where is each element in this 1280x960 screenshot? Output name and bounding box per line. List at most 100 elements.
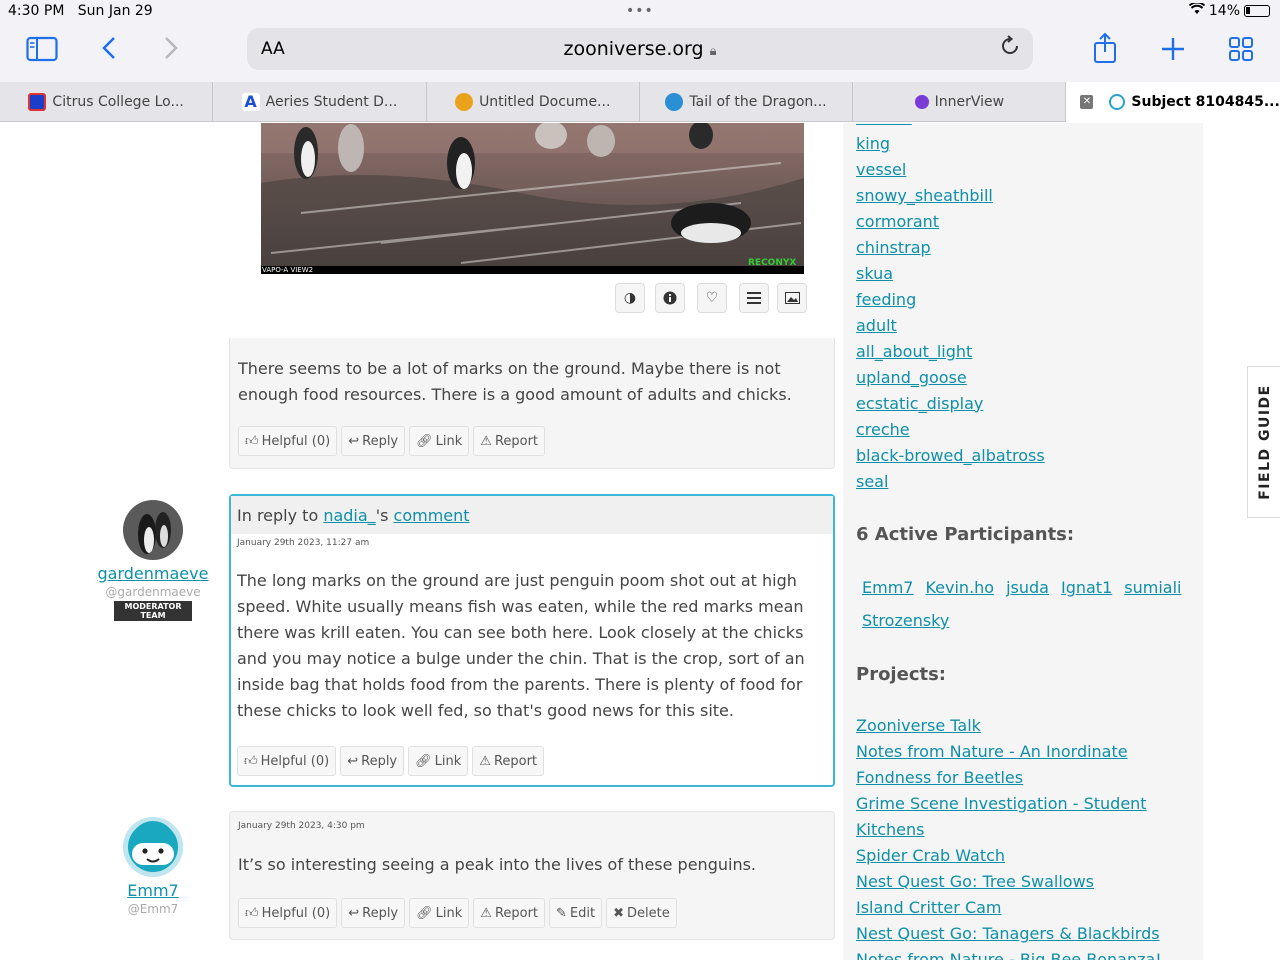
link-button[interactable]: 🔗︎ Link (409, 426, 470, 456)
tag-link[interactable]: black-browed_albatross (856, 443, 1196, 469)
field-guide-label: FIELD GUIDE (1256, 384, 1273, 500)
edit-button[interactable]: ✎ Edit (549, 898, 603, 928)
tab-untitled-document[interactable]: Untitled Docume... (427, 82, 640, 122)
comment-date: January 29th 2023, 4:30 pm (238, 821, 365, 831)
zooniverse-favicon-icon (1109, 94, 1126, 110)
link-button[interactable]: 🔗︎ Link (408, 746, 469, 776)
project-link[interactable]: Grime Scene Investigation - Student (856, 791, 1176, 817)
invert-contrast-icon[interactable]: ◑ (615, 283, 645, 313)
forward-icon[interactable] (162, 34, 180, 69)
comment-author: Emm7 @Emm7 (88, 817, 218, 916)
link-icon: 🔗︎ (416, 433, 433, 449)
tag-link[interactable]: chinstrap (856, 235, 1196, 261)
comment-date: January 29th 2023, 11:27 am (237, 538, 370, 548)
tag-link[interactable]: all_about_light (856, 339, 1196, 365)
participant-link[interactable]: Kevin.ho (925, 575, 994, 600)
project-link[interactable]: Zooniverse Talk (856, 713, 1176, 739)
url-text[interactable]: zooniverse.org 🔒︎ (247, 38, 1033, 60)
project-link[interactable]: Notes from Nature - Big Bee Bonanza! (856, 947, 1176, 960)
reload-icon[interactable] (999, 35, 1021, 63)
camera-label: VAPO-A VIEW2 (262, 266, 314, 274)
comment-actions: 👍︎ Helpful (0) ↩︎ Reply 🔗︎ Link ⚠︎ Report (238, 426, 546, 456)
participant-link[interactable]: sumiali (1124, 575, 1181, 600)
helpful-button[interactable]: 👍︎ Helpful (0) (237, 746, 337, 776)
author-name[interactable]: gardenmaeve (88, 564, 218, 583)
reply-user-link[interactable]: nadia_ (323, 506, 375, 525)
tag-link[interactable]: snowy_sheathbill (856, 183, 1196, 209)
tag-link[interactable]: skua (856, 261, 1196, 287)
camera-brand: RECONYX (748, 258, 797, 268)
comment-card: January 29th 2023, 4:30 pm It’s so inter… (229, 811, 835, 940)
tag-link[interactable]: king (856, 131, 1196, 157)
multitask-dots[interactable]: ••• (626, 3, 654, 19)
tab-citrus-college[interactable]: Citrus College Lo... (0, 82, 214, 122)
tag-link[interactable]: adult (856, 313, 1196, 339)
tab-overview-icon[interactable] (1228, 36, 1254, 69)
comment-author: gardenmaeve @gardenmaeve MODERATOR TEAM (88, 500, 218, 622)
tag-link[interactable]: creche (856, 417, 1196, 443)
project-link[interactable]: Kitchens (856, 817, 1176, 843)
project-link[interactable]: Nest Quest Go: Tanagers & Blackbirds (856, 921, 1176, 947)
back-icon[interactable] (100, 34, 118, 69)
warning-icon: ⚠︎ (480, 905, 492, 921)
tag-link[interactable]: seal (856, 469, 1196, 495)
report-button[interactable]: ⚠︎ Report (472, 746, 545, 776)
delete-button[interactable]: ✖ Delete (606, 898, 677, 928)
favorite-heart-icon[interactable]: ♡ (697, 283, 727, 313)
reply-button[interactable]: ↩︎ Reply (341, 898, 406, 928)
subject-photo[interactable] (261, 123, 804, 274)
link-icon: 🔗︎ (416, 905, 433, 921)
participants-list: Emm7 Kevin.ho jsuda Ignat1 sumiali Stroz… (862, 575, 1192, 633)
report-button[interactable]: ⚠︎ Report (473, 898, 546, 928)
link-button[interactable]: 🔗︎ Link (409, 898, 470, 928)
comment-text: It’s so interesting seeing a peak into t… (238, 855, 756, 874)
participant-link[interactable]: Emm7 (862, 575, 913, 600)
sidebar-toggle-icon[interactable] (26, 36, 58, 69)
reply-comment-link[interactable]: comment (394, 506, 470, 525)
tag-link[interactable]: ecstatic_display (856, 391, 1196, 417)
project-link[interactable]: Fondness for Beetles (856, 765, 1176, 791)
participant-link[interactable]: jsuda (1006, 575, 1049, 600)
author-name[interactable]: Emm7 (88, 881, 218, 900)
reply-button[interactable]: ↩︎ Reply (340, 746, 405, 776)
battery-icon (1244, 5, 1270, 17)
participants-heading: 6 Active Participants: (856, 524, 1075, 545)
thumbs-up-icon: 👍︎ (245, 905, 259, 921)
image-view-icon[interactable] (777, 283, 807, 313)
reply-context: In reply to nadia_'s comment (231, 496, 833, 534)
wifi-icon (1188, 1, 1205, 19)
warning-icon: ⚠︎ (479, 753, 491, 769)
project-link[interactable]: Notes from Nature - An Inordinate (856, 739, 1176, 765)
reply-button[interactable]: ↩︎ Reply (341, 426, 406, 456)
tag-link[interactable]: feeding (856, 287, 1196, 313)
tab-subject[interactable]: ✕ Subject 8104845... (1066, 82, 1280, 122)
close-tab-icon[interactable]: ✕ (1080, 95, 1094, 109)
participant-link[interactable]: Ignat1 (1061, 575, 1112, 600)
report-button[interactable]: ⚠︎ Report (473, 426, 546, 456)
address-bar[interactable]: AA zooniverse.org 🔒︎ (247, 28, 1033, 70)
tag-link[interactable]: human (856, 123, 1196, 131)
participant-link[interactable]: Strozensky (862, 608, 949, 633)
helpful-button[interactable]: 👍︎ Helpful (0) (238, 898, 338, 928)
avatar[interactable] (123, 500, 183, 560)
page-content: VAPO-A VIEW2 RECONYX ◑ ♡ There seems to … (0, 123, 1280, 960)
tag-link[interactable]: upland_goose (856, 365, 1196, 391)
project-link[interactable]: Island Critter Cam (856, 895, 1176, 921)
field-guide-tab[interactable]: FIELD GUIDE (1247, 366, 1280, 518)
tag-link[interactable]: vessel (856, 157, 1196, 183)
status-time: 4:30 PM Sun Jan 29 (8, 3, 153, 19)
comment-text: The long marks on the ground are just pe… (237, 571, 805, 720)
helpful-button[interactable]: 👍︎ Helpful (0) (238, 426, 338, 456)
info-icon[interactable] (655, 283, 685, 313)
avatar[interactable] (123, 817, 183, 877)
project-link[interactable]: Spider Crab Watch (856, 843, 1176, 869)
tab-aeries[interactable]: A Aeries Student D... (213, 82, 427, 122)
project-link[interactable]: Nest Quest Go: Tree Swallows (856, 869, 1176, 895)
new-tab-icon[interactable] (1160, 36, 1186, 69)
share-icon[interactable] (1092, 32, 1118, 71)
tag-link[interactable]: cormorant (856, 209, 1196, 235)
tab-innerview[interactable]: InnerView (853, 82, 1067, 122)
status-bar: 4:30 PM Sun Jan 29 ••• 14% (0, 0, 1280, 24)
collections-list-icon[interactable] (739, 283, 769, 313)
tab-tail-of-the-dragon[interactable]: Tail of the Dragon... (640, 82, 854, 122)
